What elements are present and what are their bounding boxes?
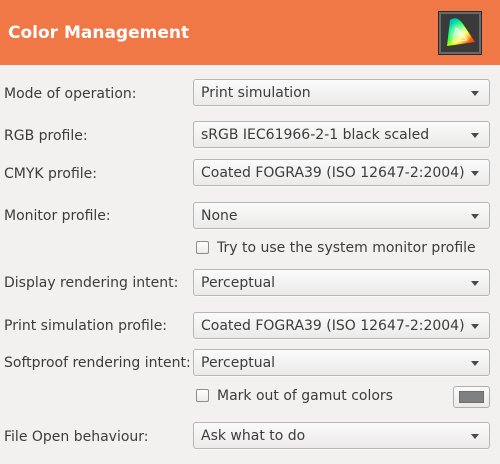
chevron-down-icon bbox=[471, 214, 479, 219]
system-monitor-profile-label[interactable]: Try to use the system monitor profile bbox=[217, 239, 476, 257]
system-monitor-profile-checkbox[interactable] bbox=[196, 241, 209, 254]
print-simulation-select[interactable]: Coated FOGRA39 (ISO 12647-2:2004) bbox=[193, 312, 490, 339]
dialog-header: Color Management bbox=[0, 0, 500, 65]
softproof-intent-value: Perceptual bbox=[201, 355, 276, 371]
chevron-down-icon bbox=[471, 434, 479, 439]
color-gamut-icon bbox=[438, 11, 482, 55]
chevron-down-icon bbox=[471, 91, 479, 96]
monitor-profile-value: None bbox=[201, 208, 238, 224]
cmyk-profile-label: CMYK profile: bbox=[4, 166, 97, 182]
chevron-down-icon bbox=[471, 171, 479, 176]
cmyk-profile-value: Coated FOGRA39 (ISO 12647-2:2004) bbox=[201, 165, 465, 181]
out-of-gamut-color-swatch bbox=[459, 391, 484, 403]
display-intent-label: Display rendering intent: bbox=[4, 275, 179, 291]
out-of-gamut-label[interactable]: Mark out of gamut colors bbox=[217, 387, 393, 405]
mode-select[interactable]: Print simulation bbox=[193, 79, 490, 106]
monitor-profile-select[interactable]: None bbox=[193, 202, 490, 229]
rgb-profile-value: sRGB IEC61966-2-1 black scaled bbox=[201, 127, 430, 143]
chevron-down-icon bbox=[471, 281, 479, 286]
softproof-intent-select[interactable]: Perceptual bbox=[193, 349, 490, 376]
out-of-gamut-checkbox[interactable] bbox=[196, 389, 209, 402]
rgb-profile-label: RGB profile: bbox=[4, 128, 88, 144]
chevron-down-icon bbox=[471, 361, 479, 366]
rgb-profile-select[interactable]: sRGB IEC61966-2-1 black scaled bbox=[193, 121, 490, 148]
chevron-down-icon bbox=[471, 133, 479, 138]
cmyk-profile-select[interactable]: Coated FOGRA39 (ISO 12647-2:2004) bbox=[193, 159, 490, 186]
mode-select-value: Print simulation bbox=[201, 85, 311, 101]
out-of-gamut-color-button[interactable] bbox=[453, 386, 490, 408]
monitor-profile-label: Monitor profile: bbox=[4, 208, 111, 224]
file-open-behaviour-value: Ask what to do bbox=[201, 428, 306, 444]
print-simulation-value: Coated FOGRA39 (ISO 12647-2:2004) bbox=[201, 318, 465, 334]
softproof-intent-label: Softproof rendering intent: bbox=[4, 355, 191, 371]
chevron-down-icon bbox=[471, 324, 479, 329]
display-intent-value: Perceptual bbox=[201, 275, 276, 291]
file-open-behaviour-select[interactable]: Ask what to do bbox=[193, 422, 490, 449]
page-title: Color Management bbox=[8, 23, 190, 43]
display-intent-select[interactable]: Perceptual bbox=[193, 269, 490, 296]
print-simulation-label: Print simulation profile: bbox=[4, 318, 168, 334]
file-open-behaviour-label: File Open behaviour: bbox=[4, 429, 149, 445]
mode-label: Mode of operation: bbox=[4, 86, 137, 102]
